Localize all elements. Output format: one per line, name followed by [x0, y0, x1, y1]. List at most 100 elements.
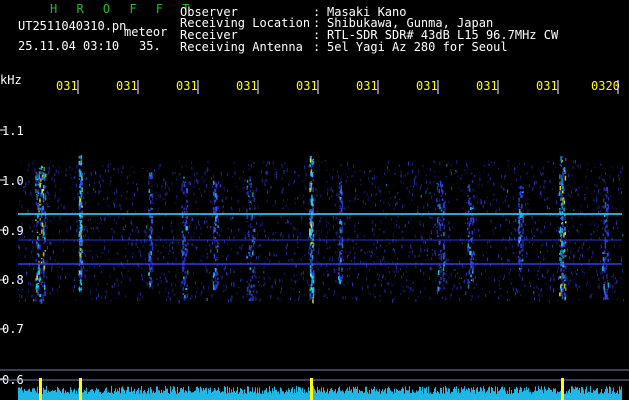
meteor-echo [215, 223, 217, 226]
meteor-echo [472, 278, 475, 283]
meteor-echo [37, 183, 39, 186]
noise-speck [146, 207, 148, 210]
noise-speck [163, 178, 165, 181]
meteor-echo [521, 233, 523, 237]
meteor-echo [602, 233, 604, 237]
meteor-echo [246, 287, 249, 292]
noise-speck [515, 228, 517, 232]
noise-speck [227, 236, 229, 239]
activity-bar [545, 389, 546, 400]
activity-bar [529, 392, 530, 400]
noise-speck [438, 257, 440, 260]
noise-speck [131, 242, 133, 245]
noise-speck [211, 279, 213, 281]
noise-speck [49, 160, 51, 164]
meteor-echo [79, 260, 81, 264]
meteor-echo [607, 204, 610, 208]
activity-bar [112, 392, 113, 400]
activity-bar [121, 387, 122, 400]
activity-bar [447, 391, 448, 400]
noise-speck [376, 255, 378, 259]
activity-bar [243, 393, 244, 400]
noise-speck [176, 178, 177, 181]
activity-bar [387, 388, 388, 400]
noise-speck [494, 161, 496, 163]
activity-bar [562, 378, 563, 400]
activity-bar [59, 389, 60, 400]
activity-bar [354, 388, 355, 400]
activity-bar [57, 386, 58, 400]
noise-speck [83, 196, 85, 200]
noise-speck [285, 246, 287, 249]
noise-speck [138, 264, 140, 268]
noise-speck [430, 216, 432, 220]
noise-speck [403, 272, 404, 276]
meteor-echo [440, 195, 442, 197]
noise-speck [438, 228, 440, 230]
noise-speck [475, 258, 477, 261]
noise-speck [285, 222, 287, 225]
meteor-echo [37, 236, 39, 240]
noise-speck [29, 226, 31, 229]
noise-speck [327, 273, 328, 278]
noise-speck [139, 250, 141, 254]
meteor-echo [439, 264, 441, 267]
noise-speck [349, 200, 351, 202]
activity-bar [438, 392, 439, 400]
noise-speck [401, 274, 403, 279]
noise-speck [254, 237, 256, 240]
activity-bar [474, 389, 475, 400]
meteor-echo [312, 298, 314, 304]
noise-speck [220, 171, 222, 176]
noise-speck [280, 291, 282, 294]
noise-speck [382, 258, 384, 262]
noise-speck [411, 290, 413, 292]
meteor-echo [151, 193, 154, 198]
activity-bar [397, 389, 398, 400]
activity-bar [208, 388, 209, 400]
noise-speck [579, 254, 581, 257]
noise-speck [159, 163, 161, 167]
noise-speck [450, 272, 452, 277]
noise-speck [306, 209, 308, 212]
activity-bar [97, 389, 98, 400]
activity-bar [271, 393, 272, 400]
meteor-echo [607, 282, 610, 288]
noise-speck [110, 176, 112, 179]
noise-speck [536, 285, 537, 289]
activity-bar [517, 387, 518, 400]
meteor-echo [341, 267, 343, 270]
noise-speck [161, 185, 163, 189]
activity-bar [37, 386, 38, 400]
noise-speck [95, 296, 97, 300]
noise-speck [590, 237, 592, 240]
noise-speck [434, 193, 435, 195]
noise-speck [83, 265, 84, 269]
noise-speck [399, 293, 401, 295]
activity-bar [533, 392, 534, 400]
meteor-echo [340, 189, 342, 194]
meteor-echo [559, 174, 561, 180]
noise-speck [279, 298, 281, 303]
activity-bar [94, 392, 95, 400]
meteor-echo [36, 193, 38, 196]
noise-speck [137, 187, 138, 192]
noise-speck [99, 265, 101, 267]
noise-speck [36, 222, 38, 227]
meteor-echo [339, 219, 341, 222]
meteor-echo [564, 255, 567, 257]
noise-speck [72, 168, 73, 170]
noise-speck [258, 275, 260, 279]
noise-speck [491, 161, 493, 163]
noise-speck [95, 190, 96, 193]
noise-speck [379, 294, 381, 297]
meteor-echo [522, 229, 524, 234]
noise-speck [527, 191, 529, 193]
activity-bar [311, 378, 312, 400]
noise-speck [569, 267, 571, 269]
activity-bar [87, 393, 88, 400]
activity-bar [133, 390, 134, 400]
meteor-echo [182, 180, 184, 184]
noise-speck [493, 193, 495, 196]
activity-bar [333, 392, 334, 400]
